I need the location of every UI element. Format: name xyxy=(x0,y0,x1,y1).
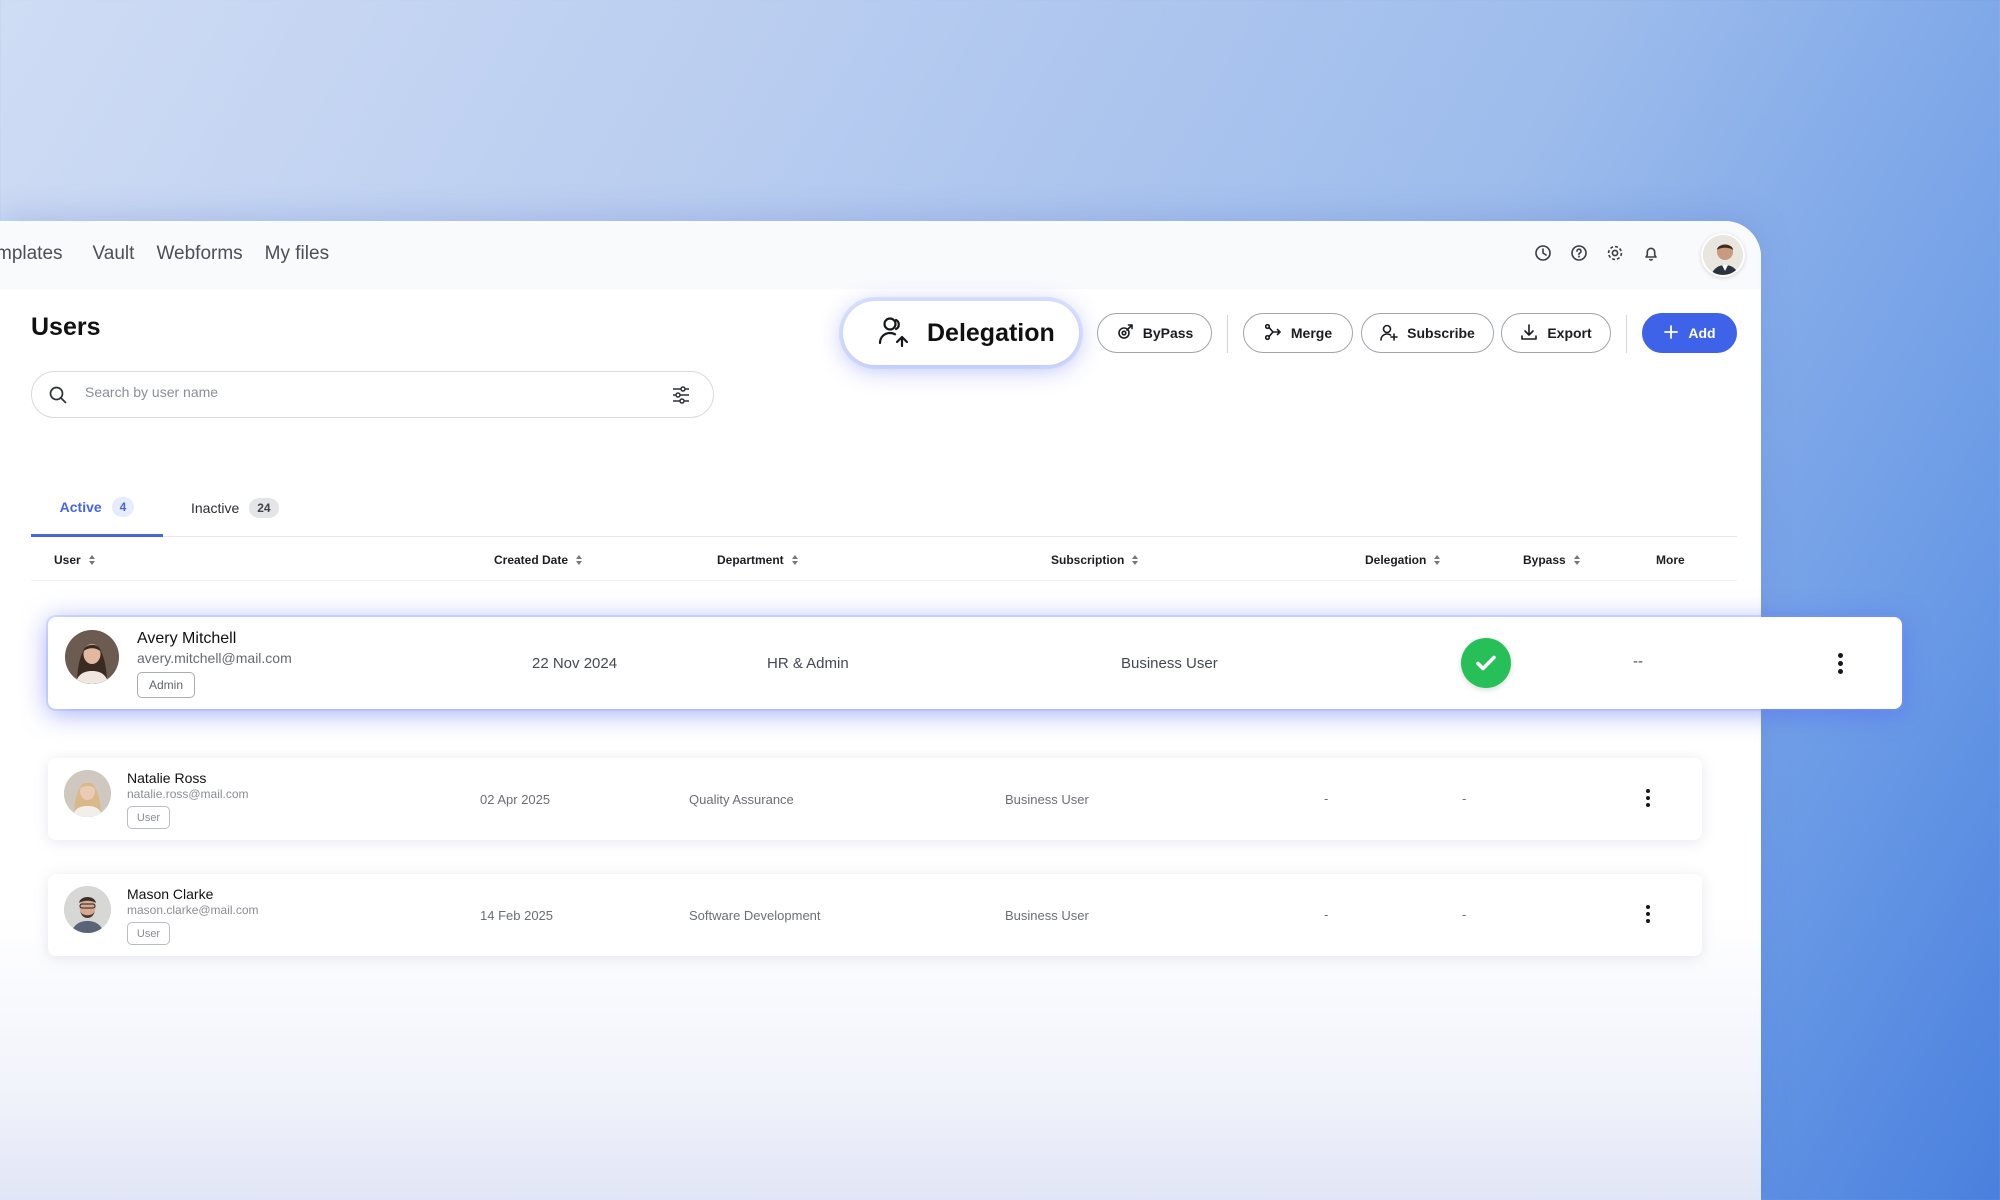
role-badge: User xyxy=(127,806,170,829)
user-name: Natalie Ross xyxy=(127,770,207,786)
table-row[interactable]: Mason Clarke mason.clarke@mail.com User … xyxy=(48,874,1702,956)
plus-icon xyxy=(1663,324,1679,343)
sort-icon xyxy=(1573,555,1580,565)
role-badge: User xyxy=(127,922,170,945)
page-title: Users xyxy=(31,313,101,341)
user-email: natalie.ross@mail.com xyxy=(127,787,249,801)
user-name: Avery Mitchell xyxy=(137,630,237,647)
download-icon xyxy=(1520,323,1538,344)
add-button[interactable]: Add xyxy=(1642,313,1737,353)
tab-count-badge: 24 xyxy=(249,497,279,518)
column-header-delegation[interactable]: Delegation xyxy=(1365,553,1441,567)
subscribe-label: Subscribe xyxy=(1407,325,1475,341)
main-nav: mplates Vault Webforms My files xyxy=(0,243,351,265)
nav-item-my-files[interactable]: My files xyxy=(265,243,329,265)
app-window: mplates Vault Webforms My files Users Se… xyxy=(0,221,1902,1200)
created-date: 22 Nov 2024 xyxy=(532,655,618,672)
column-header-department[interactable]: Department xyxy=(717,553,798,567)
search-box xyxy=(31,371,714,418)
more-options-icon[interactable] xyxy=(1646,905,1650,923)
bypass-label: ByPass xyxy=(1142,325,1194,341)
department: Software Development xyxy=(689,908,821,923)
avatar xyxy=(64,770,111,817)
subscription: Business User xyxy=(1005,908,1089,923)
subscription: Business User xyxy=(1121,655,1218,672)
column-header-more: More xyxy=(1656,553,1685,567)
column-header-subscription[interactable]: Subscription xyxy=(1051,553,1139,567)
more-options-icon[interactable] xyxy=(1838,653,1843,674)
bell-icon[interactable] xyxy=(1641,243,1661,263)
top-bar: mplates Vault Webforms My files xyxy=(0,221,1761,289)
merge-label: Merge xyxy=(1290,325,1333,341)
delegation-icon xyxy=(877,314,911,353)
column-header-bypass[interactable]: Bypass xyxy=(1523,553,1580,567)
bypass-value: -- xyxy=(1633,653,1643,670)
check-icon xyxy=(1461,638,1511,688)
delegation-button[interactable]: Delegation xyxy=(843,301,1079,365)
history-icon[interactable] xyxy=(1533,243,1553,263)
toolbar-divider xyxy=(1626,315,1627,353)
subscription: Business User xyxy=(1005,792,1089,807)
avatar xyxy=(65,630,119,684)
merge-icon xyxy=(1264,323,1282,344)
add-user-icon xyxy=(1380,323,1398,344)
user-email: avery.mitchell@mail.com xyxy=(137,650,292,666)
export-label: Export xyxy=(1547,325,1592,341)
top-icons xyxy=(1533,243,1661,263)
bypass-value: - xyxy=(1462,791,1467,806)
sort-icon xyxy=(791,555,798,565)
tab-label: Active xyxy=(59,498,102,515)
delegation-value: - xyxy=(1324,907,1329,922)
avatar xyxy=(64,886,111,933)
bypass-value: - xyxy=(1462,907,1467,922)
user-email: mason.clarke@mail.com xyxy=(127,903,259,917)
search-icon xyxy=(48,385,68,410)
sort-icon xyxy=(576,555,583,565)
export-button[interactable]: Export xyxy=(1501,313,1611,353)
table-row[interactable]: Natalie Ross natalie.ross@mail.com User … xyxy=(48,758,1702,840)
tab-label: Inactive xyxy=(191,499,240,516)
toolbar-divider xyxy=(1227,315,1228,353)
created-date: 14 Feb 2025 xyxy=(480,908,554,923)
bypass-icon xyxy=(1116,323,1134,344)
subscribe-button[interactable]: Subscribe xyxy=(1361,313,1494,353)
tab-inactive[interactable]: Inactive 24 xyxy=(191,479,279,536)
user-name: Mason Clarke xyxy=(127,886,214,902)
department: Quality Assurance xyxy=(689,792,794,807)
help-icon[interactable] xyxy=(1569,243,1589,263)
delegation-label: Delegation xyxy=(927,318,1055,347)
column-header-user[interactable]: User xyxy=(54,553,95,567)
tab-count-badge: 4 xyxy=(111,496,135,517)
tab-active[interactable]: Active 4 xyxy=(31,479,163,537)
nav-item-webforms[interactable]: Webforms xyxy=(156,243,242,265)
department: HR & Admin xyxy=(767,655,849,672)
table-header: User Created Date Department Subscriptio… xyxy=(31,537,1737,581)
more-options-icon[interactable] xyxy=(1646,789,1650,807)
created-date: 02 Apr 2025 xyxy=(480,792,551,807)
add-label: Add xyxy=(1688,325,1716,341)
merge-button[interactable]: Merge xyxy=(1243,313,1353,353)
delegation-value: - xyxy=(1324,791,1329,806)
table-row[interactable]: Avery Mitchell avery.mitchell@mail.com A… xyxy=(48,617,1902,709)
sort-icon xyxy=(1434,555,1441,565)
role-badge: Admin xyxy=(137,672,195,698)
sort-icon xyxy=(88,555,95,565)
nav-item-templates[interactable]: mplates xyxy=(0,243,63,265)
column-header-created-date[interactable]: Created Date xyxy=(494,553,583,567)
profile-avatar[interactable] xyxy=(1701,233,1745,277)
filter-icon[interactable] xyxy=(671,385,691,410)
settings-icon[interactable] xyxy=(1605,243,1625,263)
sort-icon xyxy=(1132,555,1139,565)
status-tabs: Active 4 Inactive 24 xyxy=(31,479,1737,537)
bypass-button[interactable]: ByPass xyxy=(1097,313,1212,353)
nav-item-vault[interactable]: Vault xyxy=(93,243,135,265)
search-input[interactable] xyxy=(85,384,645,400)
